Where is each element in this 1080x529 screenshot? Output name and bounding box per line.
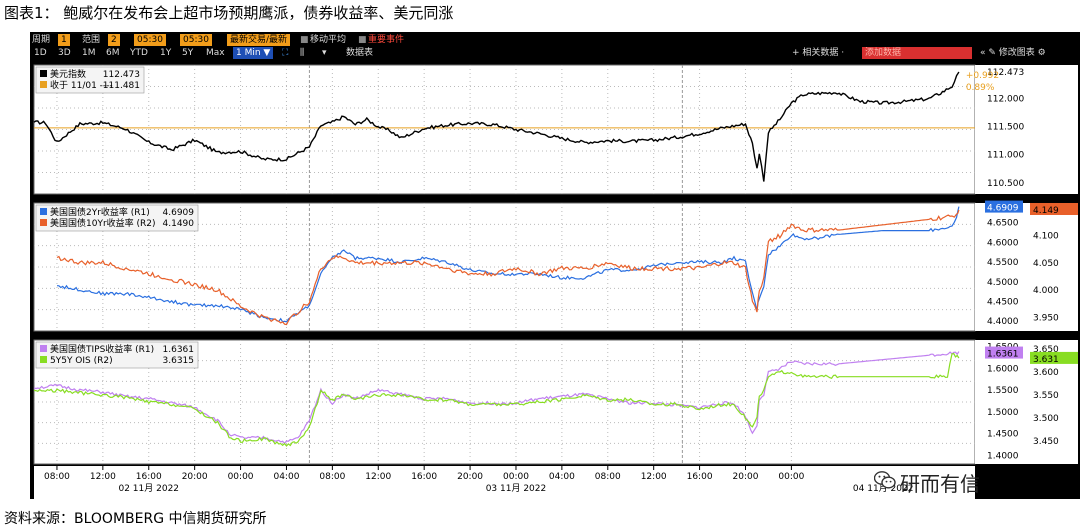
x-tick-label: 08:00 (595, 472, 621, 482)
plot-panel-0 (33, 64, 976, 195)
legend-label: 美元指数 (50, 68, 86, 80)
y-tick-label: 4.4000 (987, 317, 1019, 327)
y-tick-label: 110.500 (987, 179, 1024, 189)
legend-marker (40, 70, 47, 77)
x-tick-label: 16:00 (136, 472, 162, 482)
legend-marker (40, 345, 47, 352)
legend-value: 3.6315 (163, 356, 195, 366)
legend-value: 111.481 (103, 81, 140, 91)
x-tick-label: 20:00 (733, 472, 759, 482)
y-tick-label: 3.600 (1033, 368, 1059, 378)
x-tick-label: 16:00 (687, 472, 713, 482)
change-label: +0.992 (966, 71, 999, 81)
y-tick-label: 112.000 (987, 95, 1024, 105)
y-tick-label: 1.6000 (987, 364, 1019, 374)
x-tick-label: 00:00 (778, 472, 804, 482)
y-tick-label: 3.950 (1033, 313, 1059, 323)
legend-label: 美国国债TIPS收益率 (R1) (50, 343, 154, 355)
y-tick-label: 3.500 (1033, 414, 1059, 424)
legend-marker (40, 208, 47, 215)
y-tick-label: 1.5500 (987, 386, 1019, 396)
y-tick-label: 111.000 (987, 151, 1024, 161)
y-tick-label: 3.450 (1033, 437, 1059, 447)
legend-marker (40, 356, 47, 363)
y-tick-label: 1.6361 (987, 350, 1019, 360)
legend-label: 美国国债10Yr收益率 (R2) (50, 217, 156, 229)
x-tick-label: 04:00 (273, 472, 299, 482)
x-tick-label: 08:00 (319, 472, 345, 482)
source-note: 资料来源：BLOOMBERG 中信期货研究所 (4, 511, 267, 527)
x-axis-area (34, 466, 975, 499)
y-tick-label: 1.5000 (987, 408, 1019, 418)
x-tick-label: 12:00 (365, 472, 391, 482)
y-tick-label: 4.050 (1033, 259, 1059, 269)
x-tick-label: 04:00 (549, 472, 575, 482)
y-tick-label: 1.4000 (987, 451, 1019, 461)
y-tick-label: 4.149 (1033, 206, 1059, 216)
legend-marker (40, 81, 47, 88)
x-tick-label: 20:00 (457, 472, 483, 482)
legend-value: 1.6361 (163, 345, 195, 355)
x-tick-label: 08:00 (44, 472, 70, 482)
y-tick-label: 4.000 (1033, 286, 1059, 296)
legend-label: 美国国债2Yr收益率 (R1) (50, 206, 150, 218)
legend-value: 112.473 (103, 70, 140, 80)
x-tick-label: 20:00 (182, 472, 208, 482)
y-tick-label: 111.500 (987, 123, 1024, 133)
x-date-label: 02 11月 2022 (118, 483, 179, 494)
y-tick-label: 4.5000 (987, 278, 1019, 288)
y-tick-label: 1.4500 (987, 430, 1019, 440)
x-tick-label: 12:00 (641, 472, 667, 482)
x-tick-label: 12:00 (90, 472, 116, 482)
legend-marker (40, 219, 47, 226)
bloomberg-terminal-chart: 周期 1 范围 2 05:30 05:30 最新交易/最新 ■ 移动平均 ■ 重… (30, 32, 1080, 499)
watermark-text: 研而有信 (900, 472, 980, 496)
x-tick-label: 00:00 (503, 472, 529, 482)
wechat-icon (874, 471, 896, 489)
y-tick-label: 4.5500 (987, 258, 1019, 268)
y-tick-label: 3.550 (1033, 391, 1059, 401)
legend-label: 5Y5Y OIS (R2) (50, 356, 113, 366)
legend-value: 4.1490 (163, 219, 195, 229)
y-tick-label: 4.6909 (987, 204, 1019, 214)
legend-value: 4.6909 (163, 208, 195, 218)
y-tick-label: 4.4500 (987, 297, 1019, 307)
y-tick-label: 4.6000 (987, 238, 1019, 248)
x-tick-label: 00:00 (228, 472, 254, 482)
x-date-label: 03 11月 2022 (486, 483, 547, 494)
y-tick-label: 3.631 (1033, 355, 1059, 365)
y-tick-label: 4.100 (1033, 232, 1059, 242)
y-tick-label: 4.6500 (987, 219, 1019, 229)
change-pct-label: 0.89% (966, 83, 995, 93)
chart-canvas: 112.473 112.000 111.500 111.000 110.500 美元指数 1… (33, 64, 1078, 499)
x-tick-label: 16:00 (411, 472, 437, 482)
figure-title: 图表1： 鲍威尔在发布会上超市场预期鹰派，债券收益率、美元同涨 (4, 4, 454, 22)
